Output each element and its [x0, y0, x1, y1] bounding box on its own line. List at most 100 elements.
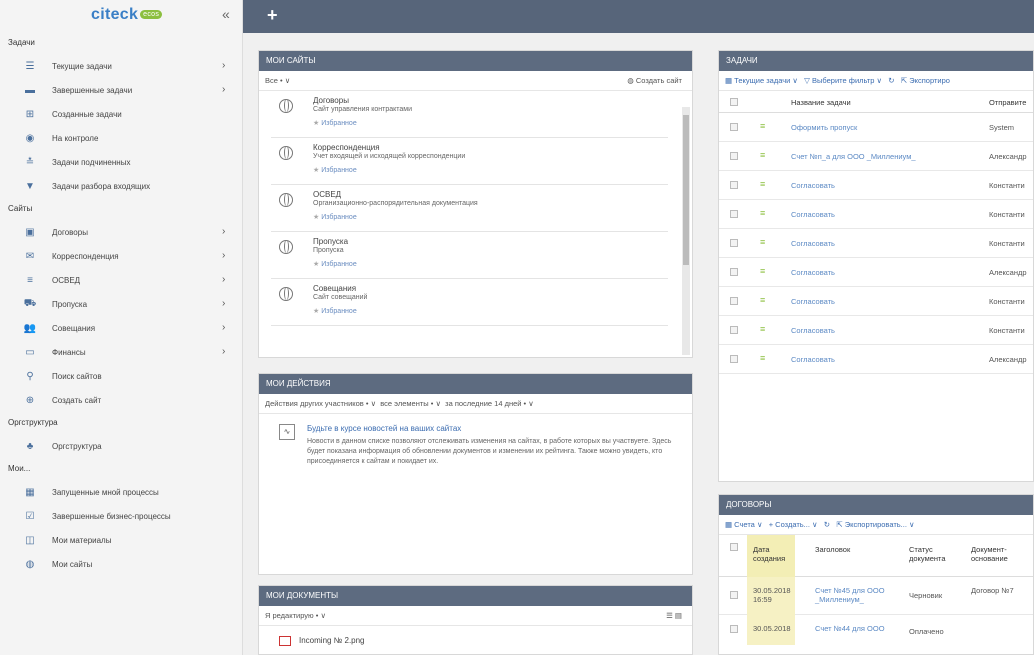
- row-checkbox[interactable]: [730, 152, 738, 160]
- site-title[interactable]: ОСВЕД: [313, 190, 341, 199]
- filter-dropdown[interactable]: Все • ∨: [265, 76, 290, 85]
- task-name[interactable]: Оформить пропуск: [791, 123, 857, 132]
- table-row[interactable]: ≡ Согласовать Константи: [719, 229, 1033, 258]
- favorite-link[interactable]: ★ Избранное: [313, 260, 357, 268]
- export-button[interactable]: ⇱ Экспортиро: [901, 76, 950, 85]
- row-checkbox[interactable]: [730, 297, 738, 305]
- export-button[interactable]: ⇱ Экспортировать... ∨: [836, 520, 914, 529]
- sidebar-item-on-control[interactable]: ◉ На контроле: [0, 126, 242, 150]
- invoices-dropdown[interactable]: ▦ Счета ∨: [725, 520, 762, 529]
- refresh-icon[interactable]: ↻: [888, 76, 894, 85]
- scrollbar[interactable]: [682, 107, 690, 355]
- row-checkbox[interactable]: [730, 591, 738, 599]
- sidebar-item-my-materials[interactable]: ◫ Мои материалы: [0, 528, 242, 552]
- basis-cell[interactable]: Договор №7: [971, 586, 1021, 595]
- participants-filter[interactable]: Действия других участников • ∨: [265, 399, 376, 408]
- sidebar-item-correspondence[interactable]: ✉ Корреспонденция ›: [0, 244, 242, 268]
- select-all-checkbox[interactable]: [730, 98, 738, 106]
- table-row[interactable]: ≡ Счет №п_а для ООО _Миллениум_ Александр: [719, 142, 1033, 171]
- document-title[interactable]: Incoming № 2.png: [299, 636, 365, 645]
- row-checkbox[interactable]: [730, 625, 738, 633]
- scrollbar-thumb[interactable]: [683, 115, 689, 265]
- column-header-date[interactable]: Дата создания: [753, 545, 789, 563]
- list-item[interactable]: ОСВЕД Организационно-распорядительная док…: [271, 185, 668, 232]
- task-name[interactable]: Согласовать: [791, 355, 835, 364]
- favorite-link[interactable]: ★ Избранное: [313, 119, 357, 127]
- sidebar-item-search-sites[interactable]: ⚲ Поиск сайтов: [0, 364, 242, 388]
- sidebar-item-finance[interactable]: ▭ Финансы ›: [0, 340, 242, 364]
- favorite-link[interactable]: ★ Избранное: [313, 166, 357, 174]
- column-header-basis[interactable]: Документ-основание: [971, 545, 1021, 563]
- favorite-link[interactable]: ★ Избранное: [313, 213, 357, 221]
- row-checkbox[interactable]: [730, 355, 738, 363]
- row-checkbox[interactable]: [730, 268, 738, 276]
- table-row[interactable]: ≡ Согласовать Константи: [719, 287, 1033, 316]
- task-name[interactable]: Согласовать: [791, 210, 835, 219]
- column-header[interactable]: Название задачи: [791, 98, 851, 107]
- title-cell[interactable]: Счет №45 для ООО _Миллениум_: [815, 586, 903, 604]
- sidebar-item-completed-tasks[interactable]: ▬ Завершенные задачи ›: [0, 78, 242, 102]
- row-checkbox[interactable]: [730, 181, 738, 189]
- editing-filter[interactable]: Я редактирую • ∨: [265, 611, 326, 620]
- task-name[interactable]: Согласовать: [791, 181, 835, 190]
- sidebar-item-completed-processes[interactable]: ☑ Завершенные бизнес-процессы: [0, 504, 242, 528]
- sidebar-item-current-tasks[interactable]: ☰ Текущие задачи ›: [0, 54, 242, 78]
- task-name[interactable]: Согласовать: [791, 297, 835, 306]
- list-item[interactable]: Договоры Сайт управления контрактами ★ Изб…: [271, 91, 668, 138]
- task-name[interactable]: Согласовать: [791, 326, 835, 335]
- sidebar-item-osved[interactable]: ≡ ОСВЕД ›: [0, 268, 242, 292]
- sidebar-item-incoming-tasks[interactable]: ▼ Задачи разбора входящих: [0, 174, 242, 198]
- sidebar-item-orgstructure[interactable]: ♣ Оргструктура: [0, 434, 242, 458]
- list-item[interactable]: Совещания Сайт совещаний ★ Избранное: [271, 279, 668, 326]
- filter-dropdown[interactable]: ▽ Выберите фильтр ∨: [804, 76, 882, 85]
- task-name[interactable]: Счет №п_а для ООО _Миллениум_: [791, 152, 916, 161]
- logo[interactable]: citeck ecos: [91, 6, 163, 24]
- current-tasks-dropdown[interactable]: ▦ Текущие задачи ∨: [725, 76, 798, 85]
- table-row[interactable]: ≡ Оформить пропуск System: [719, 113, 1033, 142]
- sidebar-item-create-site[interactable]: ⊕ Создать сайт: [0, 388, 242, 412]
- period-filter[interactable]: за последние 14 дней • ∨: [445, 399, 534, 408]
- column-header[interactable]: Отправите: [989, 98, 1026, 107]
- site-title[interactable]: Совещания: [313, 284, 356, 293]
- row-checkbox[interactable]: [730, 239, 738, 247]
- row-checkbox[interactable]: [730, 210, 738, 218]
- row-checkbox[interactable]: [730, 326, 738, 334]
- sidebar-item-contracts[interactable]: ▣ Договоры ›: [0, 220, 242, 244]
- row-checkbox[interactable]: [730, 123, 738, 131]
- title-cell[interactable]: Счет №44 для ООО: [815, 624, 885, 633]
- table-row[interactable]: ≡ Согласовать Константи: [719, 171, 1033, 200]
- favorite-link[interactable]: ★ Избранное: [313, 307, 357, 315]
- table-row[interactable]: 30.05.2018 16:59 Счет №45 для ООО _Милле…: [719, 577, 1033, 615]
- favorite-label: Избранное: [321, 308, 357, 315]
- sidebar-item-subordinate-tasks[interactable]: ≛ Задачи подчиненных: [0, 150, 242, 174]
- table-row[interactable]: ≡ Согласовать Константи: [719, 200, 1033, 229]
- task-name[interactable]: Согласовать: [791, 239, 835, 248]
- sidebar-item-passes[interactable]: ⛟ Пропуска ›: [0, 292, 242, 316]
- column-header-status[interactable]: Статус документа: [909, 545, 949, 563]
- view-toggle[interactable]: ☰ ▤: [666, 606, 682, 625]
- table-row[interactable]: ≡ Согласовать Константи: [719, 316, 1033, 345]
- site-title[interactable]: Корреспонденция: [313, 143, 380, 152]
- collapse-sidebar-button[interactable]: «: [222, 6, 230, 22]
- site-title[interactable]: Договоры: [313, 96, 349, 105]
- elements-filter[interactable]: все элементы • ∨: [380, 399, 441, 408]
- table-row[interactable]: ≡ Согласовать Александр: [719, 258, 1033, 287]
- create-dropdown[interactable]: + Создать... ∨: [769, 520, 818, 529]
- list-item[interactable]: Пропуска Пропуска ★ Избранное: [271, 232, 668, 279]
- add-button[interactable]: +: [267, 5, 278, 26]
- status-cell: Оплачено: [909, 627, 944, 636]
- sidebar-item-my-processes[interactable]: ▦ Запущенные мной процессы: [0, 480, 242, 504]
- sidebar-item-meetings[interactable]: 👥 Совещания ›: [0, 316, 242, 340]
- table-row[interactable]: 30.05.2018 Счет №44 для ООО Оплачено: [719, 615, 1033, 645]
- table-row[interactable]: ≡ Согласовать Александр: [719, 345, 1033, 374]
- sidebar-item-created-tasks[interactable]: ⊞ Созданные задачи: [0, 102, 242, 126]
- list-item[interactable]: Корреспонденция Учет входящей и исходящей…: [271, 138, 668, 185]
- task-name[interactable]: Согласовать: [791, 268, 835, 277]
- select-all-checkbox[interactable]: [730, 543, 738, 551]
- sidebar-item-my-sites[interactable]: ◍ Мои сайты: [0, 552, 242, 576]
- column-header-title[interactable]: Заголовок: [815, 545, 850, 554]
- refresh-icon[interactable]: ↻: [824, 520, 830, 529]
- create-site-button[interactable]: ◍ Создать сайт: [627, 71, 682, 90]
- news-title[interactable]: Будьте в курсе новостей на ваших сайтах: [307, 424, 461, 433]
- site-title[interactable]: Пропуска: [313, 237, 348, 246]
